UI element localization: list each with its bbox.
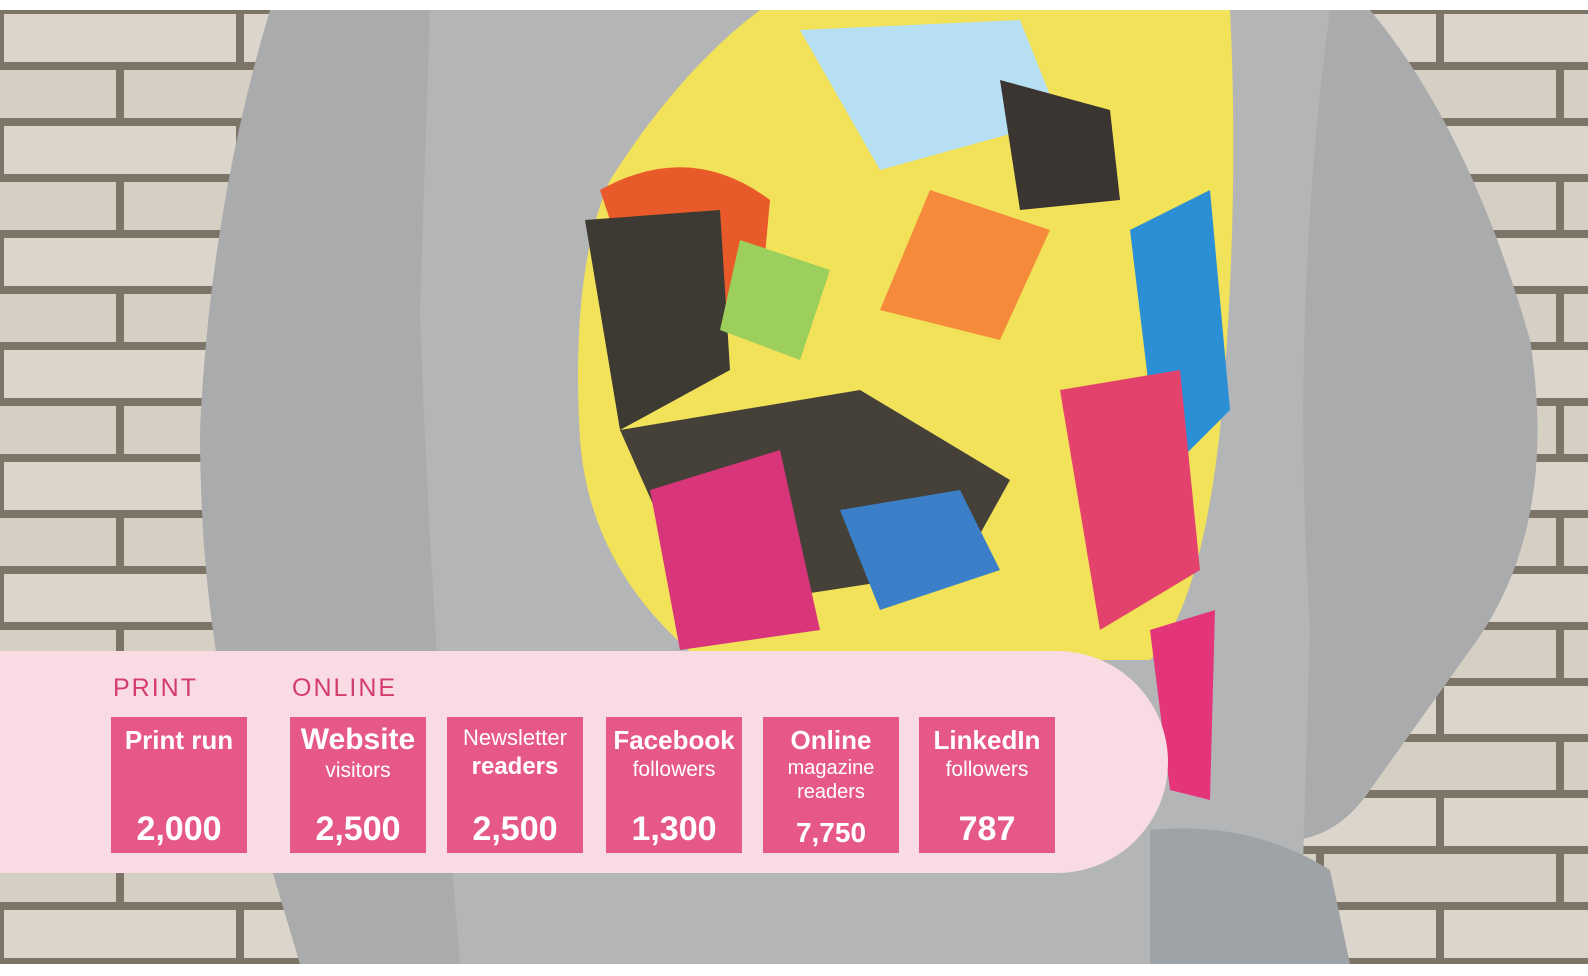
- stat-value: 7,750: [795, 817, 867, 848]
- stat-card-online-magazine-readers: Online magazine readers 7,750: [763, 717, 899, 853]
- stat-card-facebook-followers: Facebook followers 1,300: [606, 717, 742, 853]
- stat-card-website-visitors: Website visitors 2,500: [290, 717, 426, 853]
- stat-card-linkedin-followers: LinkedIn followers 787: [919, 717, 1055, 853]
- stat-value: 2,500: [472, 810, 558, 848]
- stat-card-print-run: Print run 2,000: [111, 717, 247, 853]
- stat-sublabel: followers: [945, 758, 1029, 781]
- stat-label: Newsletter: [463, 725, 567, 750]
- stat-sublabel: followers: [632, 758, 716, 781]
- stat-label: Website: [300, 723, 416, 756]
- stat-value: 787: [958, 810, 1016, 848]
- stat-sublabel: visitors: [325, 759, 391, 782]
- stat-value: 1,300: [631, 810, 717, 848]
- stage: PRINT ONLINE Print run 2,000 Website vis…: [0, 0, 1588, 976]
- stat-value: 2,000: [136, 810, 222, 848]
- stat-label: Facebook: [613, 725, 735, 755]
- stat-label: LinkedIn: [933, 725, 1041, 755]
- stat-value: 2,500: [315, 810, 401, 848]
- stat-card-newsletter-readers: Newsletter readers 2,500: [447, 717, 583, 853]
- online-category-label: ONLINE: [292, 674, 398, 702]
- stat-sublabel: magazine: [787, 757, 875, 779]
- print-category-label: PRINT: [113, 674, 198, 702]
- stat-label: Online: [790, 725, 872, 755]
- stat-label: Print run: [124, 725, 234, 755]
- stat-sublabel: readers: [471, 753, 559, 780]
- stat-sublabel: readers: [797, 781, 865, 803]
